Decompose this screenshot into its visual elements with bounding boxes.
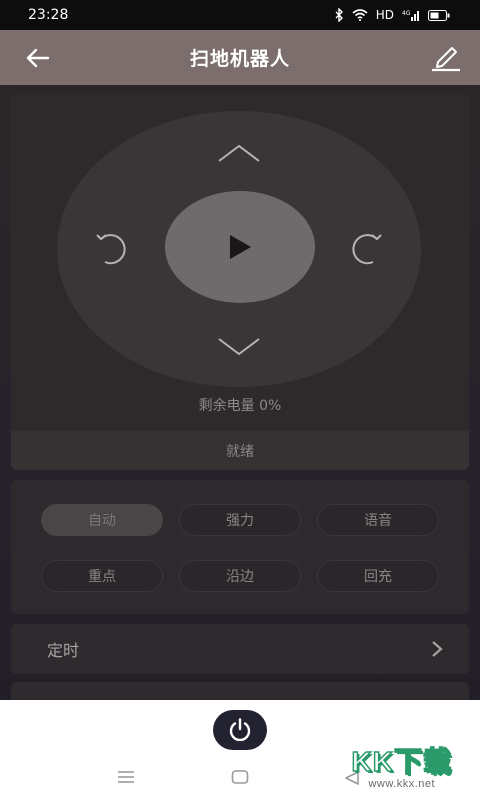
rotate-right-icon[interactable]	[345, 229, 387, 269]
back-arrow-icon[interactable]	[24, 44, 52, 72]
network-type-label: HD	[375, 8, 394, 22]
bluetooth-icon	[335, 8, 343, 22]
mode-button-edge[interactable]: 沿边	[179, 560, 301, 592]
watermark-brand: KK下载	[351, 745, 452, 778]
power-icon	[229, 718, 251, 742]
play-button[interactable]	[165, 191, 315, 303]
home-icon[interactable]	[231, 770, 249, 784]
mode-button-spot[interactable]: 重点	[41, 560, 163, 592]
mode-button-strong[interactable]: 强力	[179, 504, 301, 536]
main-content: 剩余电量 0% 就绪 自动 强力 语音 重点 沿边 回充 定时	[0, 85, 480, 700]
mode-button-auto[interactable]: 自动	[41, 504, 163, 536]
rotate-left-icon[interactable]	[91, 229, 133, 269]
mode-button-voice[interactable]: 语音	[317, 504, 439, 536]
arrow-up-icon[interactable]	[217, 143, 261, 165]
chevron-right-icon	[432, 641, 443, 657]
battery-level-text: 剩余电量 0%	[198, 398, 282, 414]
robot-status: 就绪	[11, 431, 469, 470]
status-icons: HD 4G	[334, 8, 450, 22]
play-icon	[230, 235, 251, 259]
next-settings-row[interactable]	[11, 682, 469, 700]
timer-row[interactable]: 定时	[11, 624, 469, 674]
battery-icon	[428, 9, 450, 21]
menu-icon[interactable]	[117, 770, 135, 784]
edit-pencil-icon[interactable]	[430, 42, 462, 72]
control-card: 剩余电量 0% 就绪	[11, 93, 469, 470]
status-bar: 23:28 HD 4G	[0, 0, 480, 30]
arrow-down-icon[interactable]	[217, 335, 261, 357]
timer-label: 定时	[47, 641, 80, 660]
app-header: 扫地机器人	[0, 30, 480, 85]
page-title: 扫地机器人	[189, 48, 290, 70]
mode-button-recharge[interactable]: 回充	[317, 560, 439, 592]
svg-text:4G: 4G	[402, 10, 411, 17]
status-time: 23:28	[28, 7, 69, 23]
cleaning-modes-card: 自动 强力 语音 重点 沿边 回充	[11, 480, 469, 614]
wifi-icon	[352, 9, 368, 21]
watermark-logo: KK下载 www.kkx.net	[351, 740, 452, 790]
power-button[interactable]	[213, 710, 267, 750]
signal-icon: 4G	[402, 10, 419, 21]
